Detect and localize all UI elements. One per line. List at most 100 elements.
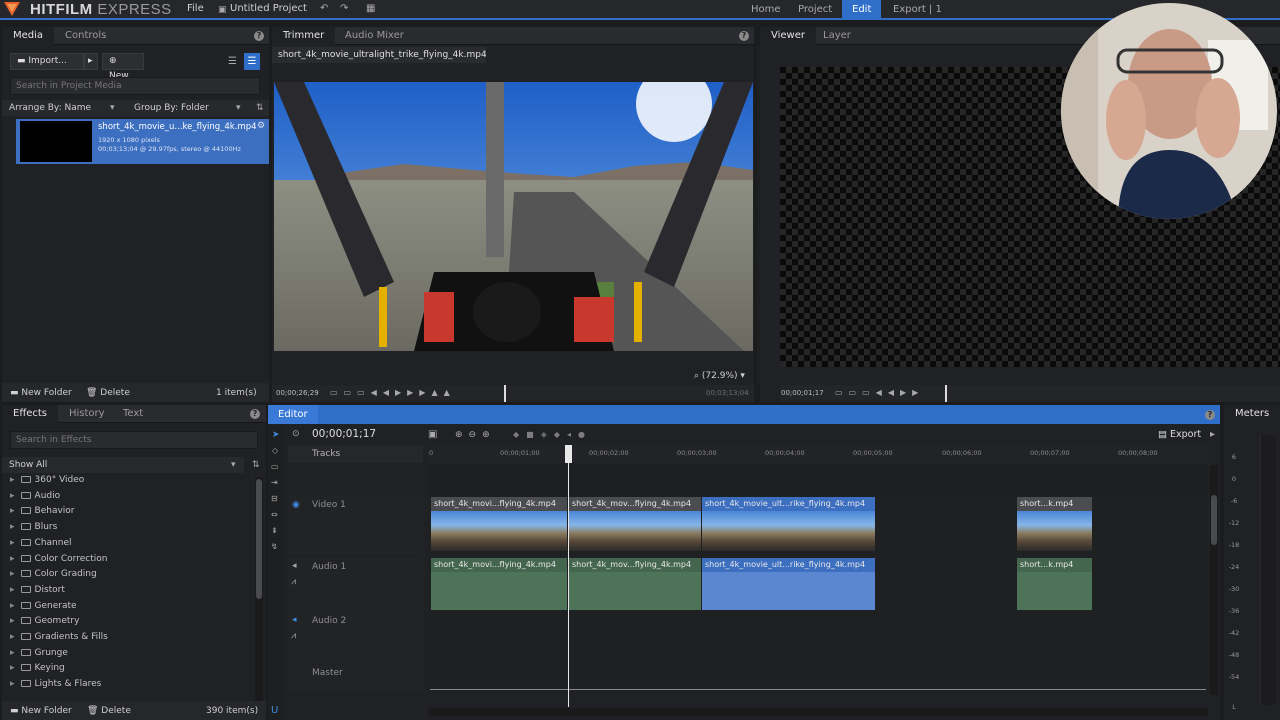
gear-icon[interactable]: ⚙: [257, 121, 265, 131]
track-tool-icon[interactable]: ⇟: [271, 526, 278, 536]
chevron-down-icon[interactable]: ▾: [110, 103, 115, 113]
effects-category[interactable]: ▸ Keying: [10, 663, 65, 679]
chevron-down-icon[interactable]: ▾: [236, 103, 241, 113]
effects-category[interactable]: ▸ Gradients & Fills: [10, 632, 108, 648]
effects-category[interactable]: ▸ Geometry: [10, 616, 79, 632]
media-item[interactable]: short_4k_movie_u...ke_flying_4k.mp4 1920…: [16, 119, 269, 164]
track-header-audio-1[interactable]: ◂ ⩘ Audio 1: [288, 557, 423, 609]
nav-project[interactable]: Project: [788, 0, 842, 20]
video-clip-selected[interactable]: short_4k_movie_ult...rike_flying_4k.mp4: [702, 497, 875, 551]
track-header-video-1[interactable]: ◉ Video 1: [288, 495, 423, 555]
effects-category[interactable]: ▸ Generate: [10, 601, 77, 617]
tab-editor[interactable]: Editor: [268, 405, 318, 424]
chevron-right-icon[interactable]: ▸: [1210, 430, 1215, 440]
new-folder-button[interactable]: ▬ New Folder: [10, 706, 72, 716]
tab-meters[interactable]: Meters: [1224, 405, 1280, 423]
media-search-input[interactable]: Search in Project Media: [10, 77, 260, 95]
track-header-master[interactable]: Master: [288, 665, 423, 691]
viewer-playhead[interactable]: [945, 385, 947, 402]
tab-layer[interactable]: Layer: [812, 27, 862, 45]
scrollbar-thumb[interactable]: [256, 479, 262, 599]
track-header-audio-2[interactable]: ◂ ⩘ Audio 2: [288, 611, 423, 663]
effects-scrollbar[interactable]: [255, 477, 263, 702]
help-icon[interactable]: ?: [1205, 410, 1215, 420]
tab-trimmer[interactable]: Trimmer: [272, 27, 336, 45]
effects-category[interactable]: ▸ 360° Video: [10, 475, 84, 491]
effects-category[interactable]: ▸ Color Grading: [10, 569, 97, 585]
nav-edit[interactable]: Edit: [842, 0, 882, 20]
import-dropdown-button[interactable]: ▸: [84, 53, 98, 70]
timeline-ruler[interactable]: 0 00;00;01;00 00;00;02;00 00;00;03;00 00…: [428, 445, 1208, 463]
viewer-transport-buttons[interactable]: ▭▭▭◀◀▶▶: [835, 388, 924, 398]
help-icon[interactable]: ?: [739, 31, 749, 41]
list-view-icon[interactable]: ☰: [228, 57, 237, 67]
new-button[interactable]: ⊕ New: [102, 53, 144, 81]
undo-icon[interactable]: ↶: [320, 4, 328, 14]
delete-button[interactable]: 🗑 Delete: [87, 706, 131, 716]
effects-category[interactable]: ▸ Channel: [10, 538, 71, 554]
video-clip[interactable]: short_4k_mov...flying_4k.mp4: [569, 497, 701, 551]
audio-clip[interactable]: short_4k_mov...flying_4k.mp4: [569, 558, 701, 610]
export-button[interactable]: ▤ Export: [1158, 429, 1201, 440]
tab-controls[interactable]: Controls: [54, 27, 117, 45]
effects-filter-dropdown[interactable]: Show All ▾: [2, 457, 244, 473]
effects-category[interactable]: ▸ Grunge: [10, 648, 68, 664]
snapshot-icon[interactable]: ▣: [428, 430, 437, 440]
group-by-dropdown[interactable]: Group By: Folder: [134, 103, 209, 113]
video-clip[interactable]: short_4k_movi...flying_4k.mp4: [431, 497, 567, 551]
import-button[interactable]: ▬ Import...: [10, 53, 84, 70]
tab-audio-mixer[interactable]: Audio Mixer: [334, 27, 415, 45]
redo-icon[interactable]: ↷: [340, 4, 348, 14]
new-folder-button[interactable]: ▬ New Folder: [10, 388, 72, 398]
waveform-toggle-icon[interactable]: ⩘: [291, 631, 296, 641]
file-menu[interactable]: File: [187, 3, 204, 14]
audio-clip[interactable]: short...k.mp4: [1017, 558, 1092, 610]
nav-home[interactable]: Home: [741, 0, 791, 20]
effects-category[interactable]: ▸ Behavior: [10, 506, 75, 522]
timeline-vertical-scrollbar[interactable]: [1210, 465, 1218, 695]
effects-category[interactable]: ▸ Lights & Flares: [10, 679, 101, 695]
sort-order-icon[interactable]: ⇅: [256, 103, 264, 113]
slice-tool-icon[interactable]: ◇: [272, 446, 278, 456]
speaker-icon[interactable]: ◂: [292, 615, 297, 625]
effects-category[interactable]: ▸ Distort: [10, 585, 65, 601]
audio-clip[interactable]: short_4k_movi...flying_4k.mp4: [431, 558, 567, 610]
audio-2-lane[interactable]: [428, 611, 1208, 663]
playhead-handle[interactable]: [565, 445, 572, 463]
rate-tool-icon[interactable]: ⇔: [271, 510, 278, 520]
effects-category[interactable]: ▸ Blurs: [10, 522, 57, 538]
transport-buttons[interactable]: ▭▭▭◀◀▶▶▶▲▲: [330, 388, 456, 398]
zoom-control[interactable]: ⌕ (72.9%) ▾: [694, 371, 745, 381]
detail-view-icon[interactable]: ☰: [244, 53, 260, 70]
tab-effects[interactable]: Effects: [2, 405, 58, 423]
waveform-toggle-icon[interactable]: ⩘: [291, 577, 296, 587]
keyframe-controls[interactable]: ◆■◈◆◂●: [513, 430, 592, 440]
arrange-by-dropdown[interactable]: Arrange By: Name: [9, 103, 91, 113]
sort-order-icon[interactable]: ⇅: [252, 460, 260, 470]
slip-tool-icon[interactable]: ▭: [271, 462, 279, 472]
playhead[interactable]: [504, 385, 506, 402]
help-icon[interactable]: ?: [250, 409, 260, 419]
effects-category[interactable]: ▸ Audio: [10, 491, 60, 507]
delete-button[interactable]: 🗑 Delete: [86, 388, 130, 398]
speaker-icon[interactable]: ◂: [292, 561, 297, 571]
timeline-playhead[interactable]: [568, 445, 569, 707]
tab-viewer[interactable]: Viewer: [760, 27, 816, 45]
zoom-controls[interactable]: ⊕⊖⊕: [455, 430, 496, 440]
nav-export[interactable]: Export | 1: [883, 0, 952, 20]
magnet-icon[interactable]: U: [271, 705, 278, 716]
editor-timecode[interactable]: 00;00;01;17: [312, 428, 376, 440]
tab-media[interactable]: Media: [2, 27, 55, 45]
effects-category[interactable]: ▸ Color Correction: [10, 554, 107, 570]
ripple-tool-icon[interactable]: ⇥: [271, 478, 278, 488]
tab-text[interactable]: Text: [112, 405, 154, 423]
scrollbar-thumb[interactable]: [1211, 495, 1217, 545]
audio-clip-selected[interactable]: short_4k_movie_ult...rike_flying_4k.mp4: [702, 558, 875, 610]
help-icon[interactable]: ?: [254, 31, 264, 41]
hand-tool-icon[interactable]: ↯: [271, 542, 278, 552]
select-tool-icon[interactable]: ➤: [272, 430, 280, 440]
tab-history[interactable]: History: [58, 405, 116, 423]
eye-icon[interactable]: ◉: [292, 500, 300, 510]
roll-tool-icon[interactable]: ⊟: [271, 494, 278, 504]
save-icon[interactable]: ▣: [218, 5, 227, 15]
